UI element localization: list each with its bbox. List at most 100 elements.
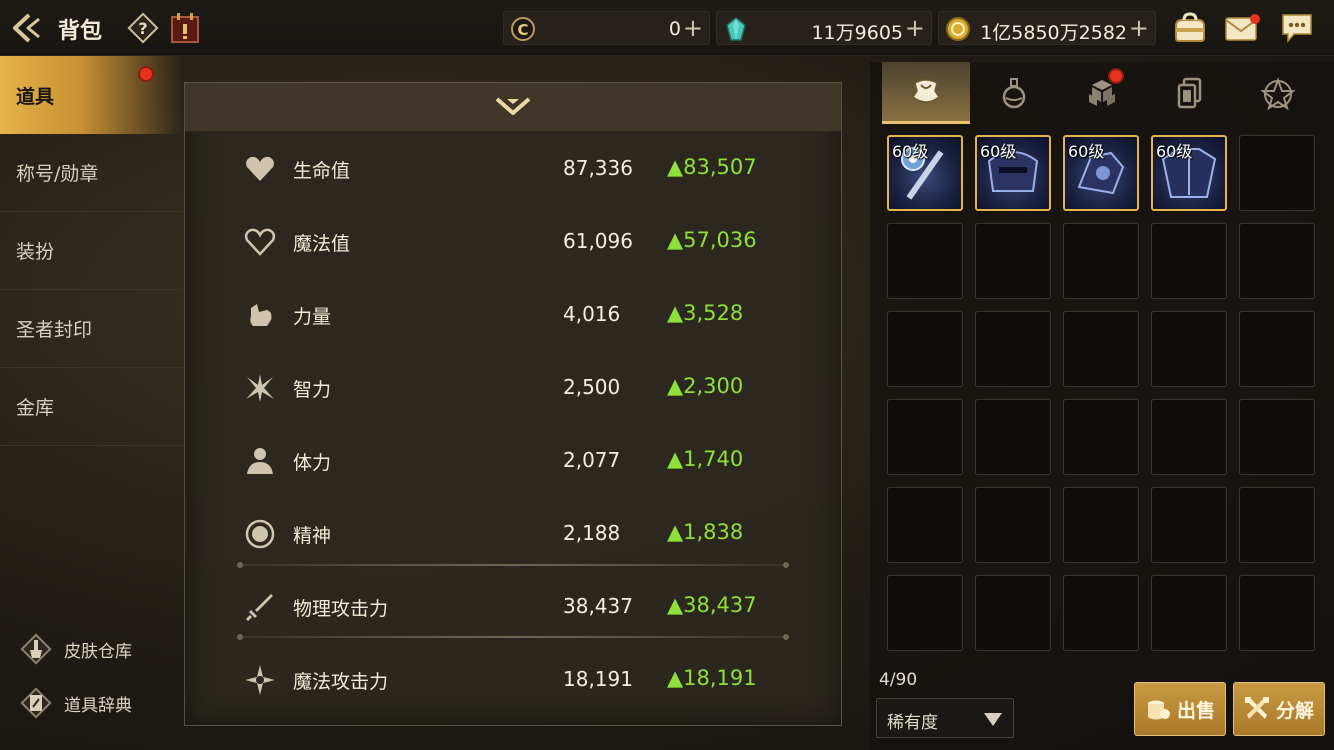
- triangle-down-icon: [984, 713, 1002, 726]
- cards-icon: [1177, 77, 1202, 109]
- inventory-slot[interactable]: [1063, 487, 1139, 563]
- skin-storage-link[interactable]: 皮肤仓库: [18, 630, 132, 668]
- inventory-item-slot[interactable]: 60级: [1151, 135, 1227, 211]
- inventory-slot[interactable]: [1063, 311, 1139, 387]
- tab-emblems[interactable]: [1234, 62, 1322, 124]
- sidebar-item-label: 金库: [16, 397, 55, 419]
- calendar-icon[interactable]: [170, 12, 200, 44]
- potion-icon: [1002, 78, 1026, 109]
- page-title: 背包: [58, 19, 103, 44]
- bag-icon[interactable]: [1172, 12, 1208, 44]
- stat-value: 38,437: [563, 594, 633, 618]
- sidebar-item-label: 装扮: [16, 241, 55, 263]
- inventory-slot[interactable]: [1063, 575, 1139, 651]
- currency-c-display: C 0 +: [503, 11, 710, 45]
- stat-row-physical-attack: 物理攻击力 38,437 ▲38,437: [235, 570, 795, 643]
- top-bar: 背包 ? C 0 + 11万9605 + 1亿5850万2582 +: [0, 0, 1334, 56]
- currency-crystal-add-button[interactable]: +: [905, 15, 925, 41]
- heart-icon: [246, 156, 274, 181]
- inventory-slot[interactable]: [975, 487, 1051, 563]
- stat-value: 2,077: [563, 448, 621, 472]
- dismantle-button[interactable]: 分解: [1233, 682, 1325, 736]
- inventory-slot[interactable]: [1239, 223, 1315, 299]
- stats-panel: 生命值 87,336 ▲83,507 魔法值 61,096 ▲57,036 力量…: [184, 82, 842, 726]
- inventory-slot[interactable]: [1063, 399, 1139, 475]
- stat-delta: ▲1,740: [667, 447, 744, 471]
- fist-icon: [250, 304, 272, 326]
- inventory-slot[interactable]: [1239, 135, 1315, 211]
- dismantle-button-label: 分解: [1275, 699, 1314, 722]
- stat-row-intelligence: 智力 2,500 ▲2,300: [235, 351, 795, 424]
- body-icon: [247, 448, 273, 474]
- chat-icon[interactable]: [1280, 12, 1314, 44]
- svg-text:C: C: [517, 21, 528, 39]
- inventory-slot[interactable]: [1239, 399, 1315, 475]
- inventory-slot[interactable]: [887, 399, 963, 475]
- inventory-slot[interactable]: [1239, 311, 1315, 387]
- inventory-slot[interactable]: [887, 311, 963, 387]
- tab-cards[interactable]: [1146, 62, 1234, 124]
- inventory-slot[interactable]: [975, 575, 1051, 651]
- stat-delta: ▲2,300: [667, 374, 744, 398]
- sort-dropdown[interactable]: 稀有度: [876, 698, 1014, 738]
- stat-row-magic-attack: 魔法攻击力 18,191 ▲18,191: [235, 643, 795, 716]
- spark-icon: [246, 374, 274, 402]
- sidebar-item-titles-medals[interactable]: 称号/勋章: [0, 134, 182, 212]
- inventory-slot[interactable]: [1151, 399, 1227, 475]
- sell-button[interactable]: 出售: [1134, 682, 1226, 736]
- inventory-item-slot[interactable]: 60级: [1063, 135, 1139, 211]
- currency-c-add-button[interactable]: +: [683, 15, 703, 41]
- inventory-item-slot[interactable]: 60级: [975, 135, 1051, 211]
- item-level-label: 60级: [1068, 142, 1105, 161]
- stat-row-vitality: 体力 2,077 ▲1,740: [235, 424, 795, 497]
- stat-delta: ▲1,838: [667, 520, 744, 544]
- sidebar-item-outfit[interactable]: 装扮: [0, 212, 182, 290]
- inventory-slot[interactable]: [975, 311, 1051, 387]
- stat-label: 物理攻击力: [293, 598, 389, 620]
- sell-button-label: 出售: [1176, 699, 1215, 722]
- skin-storage-label: 皮肤仓库: [64, 641, 132, 662]
- notification-badge: [138, 66, 154, 82]
- book-icon: [20, 687, 52, 719]
- stat-value: 4,016: [563, 302, 621, 326]
- stat-label: 魔法值: [293, 233, 351, 255]
- stat-value: 18,191: [563, 667, 633, 691]
- stat-label: 精神: [293, 525, 332, 547]
- inventory-item-slot[interactable]: 60级: [887, 135, 963, 211]
- inventory-slot[interactable]: [1151, 575, 1227, 651]
- inventory-slot[interactable]: [1239, 575, 1315, 651]
- tab-equipment[interactable]: [882, 62, 970, 124]
- inventory-slot[interactable]: [887, 223, 963, 299]
- help-icon[interactable]: ?: [127, 12, 159, 44]
- inventory-slot[interactable]: [1151, 223, 1227, 299]
- inventory-slot[interactable]: [1239, 487, 1315, 563]
- section-divider: [237, 562, 789, 568]
- currency-gold-add-button[interactable]: +: [1129, 15, 1149, 41]
- sidebar-item-label: 称号/勋章: [16, 163, 99, 185]
- inventory-slot[interactable]: [1151, 311, 1227, 387]
- stat-delta: ▲83,507: [667, 155, 757, 179]
- stat-row-mp: 魔法值 61,096 ▲57,036: [235, 205, 795, 278]
- inventory-slot[interactable]: [975, 399, 1051, 475]
- armor-icon: [911, 78, 941, 103]
- stat-label: 智力: [293, 379, 332, 401]
- inventory-slot[interactable]: [1151, 487, 1227, 563]
- currency-gold-display: 1亿5850万2582 +: [938, 11, 1156, 45]
- sidebar-item-holy-seal[interactable]: 圣者封印: [0, 290, 182, 368]
- inventory-slot[interactable]: [975, 223, 1051, 299]
- tab-consumables[interactable]: [970, 62, 1058, 124]
- currency-crystal-display: 11万9605 +: [716, 11, 932, 45]
- inventory-slot[interactable]: [887, 487, 963, 563]
- stats-collapse-toggle[interactable]: [185, 83, 841, 131]
- tab-materials[interactable]: [1058, 62, 1146, 124]
- back-arrow-icon: [13, 13, 40, 43]
- stat-row-strength: 力量 4,016 ▲3,528: [235, 278, 795, 351]
- inventory-slot[interactable]: [887, 575, 963, 651]
- item-dictionary-link[interactable]: 道具辞典: [18, 684, 132, 722]
- stat-delta: ▲38,437: [667, 593, 757, 617]
- back-button[interactable]: [8, 10, 48, 46]
- sidebar-item-vault[interactable]: 金库: [0, 368, 182, 446]
- inventory-slot[interactable]: [1063, 223, 1139, 299]
- mail-icon[interactable]: [1224, 14, 1260, 42]
- sidebar-item-items[interactable]: 道具: [0, 56, 182, 134]
